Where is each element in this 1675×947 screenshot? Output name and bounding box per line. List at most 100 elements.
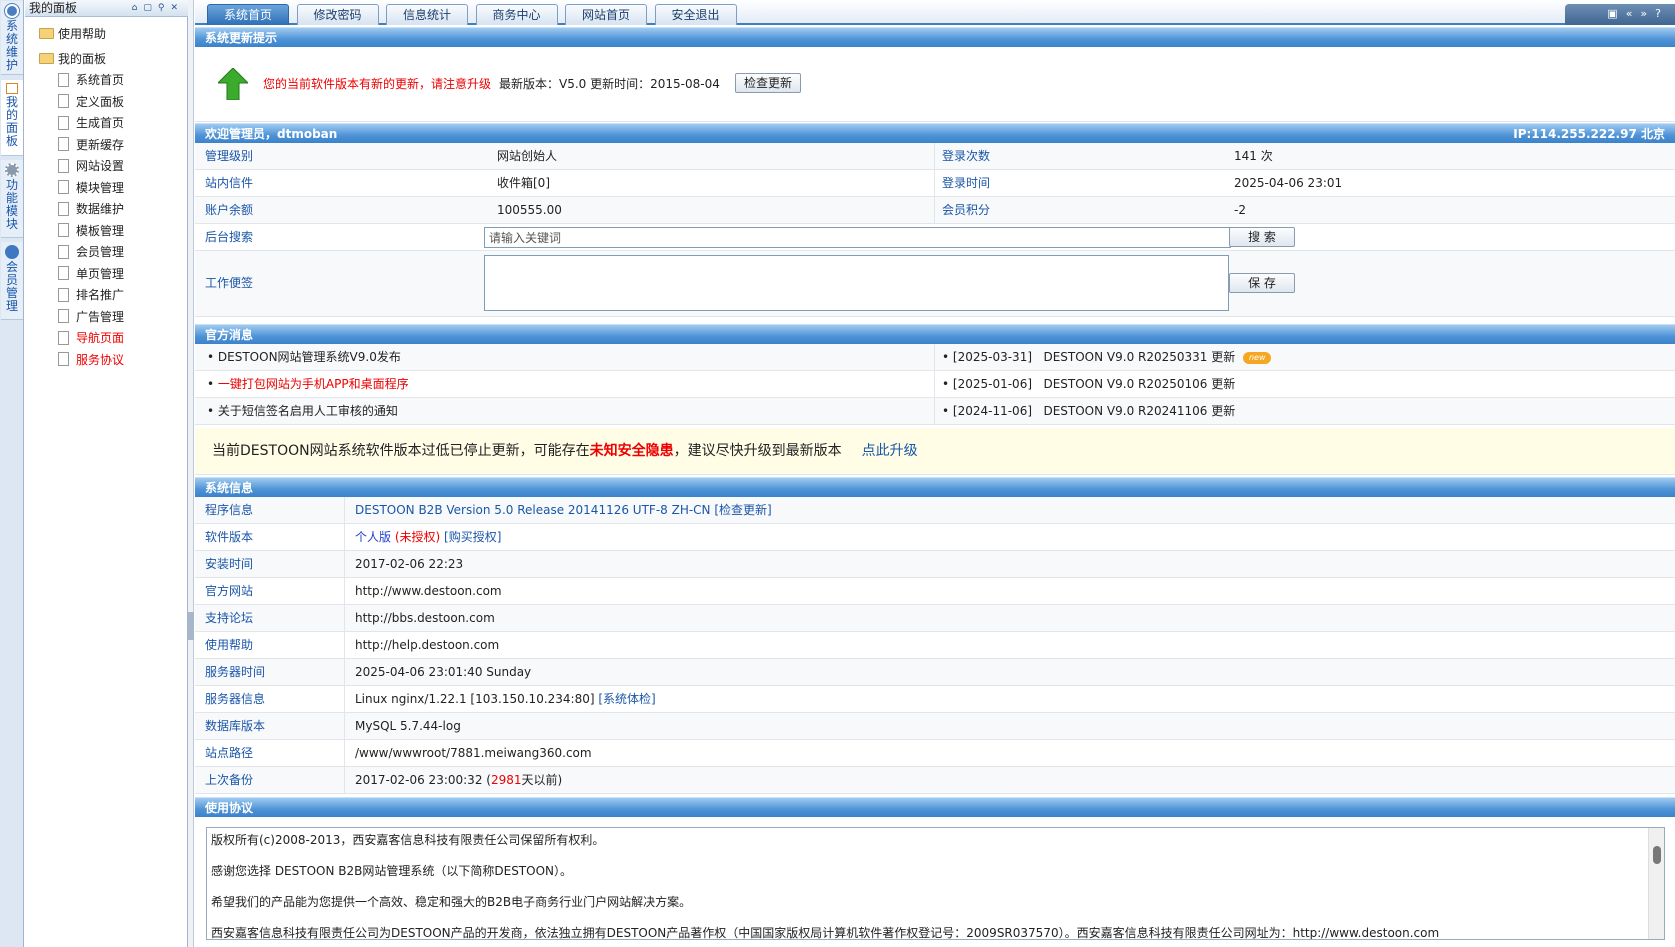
upgrade-notice: 当前DESTOON网站系统软件版本过低已停止更新，可能存在未知安全隐患，建议尽快… (195, 428, 1675, 475)
tree-item[interactable]: 数据维护 (58, 199, 124, 219)
tab-2[interactable]: 修改密码 (296, 4, 379, 25)
collapse-handle[interactable] (188, 612, 194, 640)
tree-item[interactable]: 模板管理 (58, 221, 124, 241)
news-row: • 关于短信签名启用人工审核的通知 • [2024-11-06] DESTOON … (195, 398, 1675, 425)
tree-item[interactable]: 单页管理 (58, 264, 124, 284)
column-divider (344, 686, 345, 712)
sidebar: 我的面板 ⌂▢⚲✕ 使用帮助 我的面板 系统首页 定义面板 生成首页 更新缓存 网站设置… (25, 0, 188, 947)
memo-textarea[interactable] (484, 255, 1229, 311)
update-warning: 您的当前软件版本有新的更新，请注意升级 (263, 77, 492, 91)
sysinfo-label: 安装时间 (205, 557, 254, 571)
page-icon (58, 309, 69, 323)
section-official-header: 官方消息 (195, 324, 1675, 344)
tree-item[interactable]: 系统首页 (58, 70, 124, 90)
news-item[interactable]: • DESTOON网站管理系统V9.0发布 (207, 344, 401, 371)
license-paragraph: 版权所有(c)2008-2013，西安嘉客信息科技有限责任公司保留所有权利。 (211, 833, 605, 847)
search-input[interactable] (484, 227, 1231, 248)
update-panel: 您的当前软件版本有新的更新，请注意升级 最新版本：V5.0 更新时间：2015-… (195, 47, 1675, 122)
column-divider (934, 170, 935, 196)
sysinfo-row: 服务器时间 2025-04-06 23:01:40 Sunday (195, 659, 1675, 686)
sysinfo-label: 使用帮助 (205, 638, 254, 652)
column-divider (934, 371, 935, 397)
sidebar-header-buttons[interactable]: ⌂▢⚲✕ (132, 0, 184, 17)
tab-5[interactable]: 网站首页 (565, 4, 647, 25)
tree-item[interactable]: 广告管理 (58, 307, 124, 327)
window-controls[interactable]: ▣«»? (1565, 4, 1675, 25)
sysinfo-value: MySQL 5.7.44-log (355, 719, 461, 733)
tree-item[interactable]: 网站设置 (58, 156, 124, 176)
tab-4[interactable]: 商务中心 (475, 4, 558, 25)
tree-item[interactable]: 排名推广 (58, 285, 124, 305)
license-scrollbar[interactable] (1648, 828, 1664, 939)
tree-item[interactable]: 更新缓存 (58, 135, 124, 155)
sysinfo-row: 使用帮助 http://help.destoon.com (195, 632, 1675, 659)
tab-6[interactable]: 安全退出 (654, 4, 737, 25)
field-value: 网站创始人 (497, 149, 558, 163)
vtab-modules[interactable]: 功能模块 (1, 160, 23, 238)
column-divider (344, 767, 345, 793)
column-divider (344, 659, 345, 685)
tab-1[interactable]: 系统首页 (207, 4, 289, 25)
column-divider (344, 632, 345, 658)
sysinfo-label: 数据库版本 (205, 719, 266, 733)
sysinfo-value: DESTOON B2B Version 5.0 Release 20141126… (355, 497, 772, 524)
tab-3[interactable]: 信息统计 (386, 4, 468, 25)
sysinfo-value: 2025-04-06 23:01:40 Sunday (355, 665, 532, 679)
vtab-system[interactable]: 系统维护 (1, 1, 23, 75)
news-row: • DESTOON网站管理系统V9.0发布 • [2025-03-31] DEST… (195, 344, 1675, 371)
buy-license-link[interactable]: [购买授权] (444, 530, 501, 544)
program-info-link[interactable]: DESTOON B2B Version 5.0 Release 20141126… (355, 503, 772, 517)
field-label: 登录时间 (942, 176, 991, 190)
upgrade-link[interactable]: 点此升级 (862, 443, 918, 459)
vtab-panel[interactable]: 我的面板 (1, 80, 23, 156)
update-item[interactable]: • [2024-11-06] DESTOON V9.0 R20241106 更新 (942, 398, 1235, 425)
tree-item[interactable]: 会员管理 (58, 242, 124, 262)
field-label: 站内信件 (205, 176, 254, 190)
page-icon (58, 330, 69, 345)
search-label: 后台搜索 (205, 230, 254, 244)
tree-folder-help[interactable]: 使用帮助 (39, 24, 106, 44)
section-welcome-header: 欢迎管理员，dtmoban IP:114.255.222.97 北京 (195, 123, 1675, 143)
update-item[interactable]: • [2025-03-31] DESTOON V9.0 R20250331 更新… (942, 344, 1272, 371)
column-divider (344, 605, 345, 631)
sysinfo-label: 上次备份 (205, 773, 254, 787)
tree-item[interactable]: 模块管理 (58, 178, 124, 198)
field-label: 登录次数 (942, 149, 991, 163)
license-panel: 版权所有(c)2008-2013，西安嘉客信息科技有限责任公司保留所有权利。 感谢… (195, 817, 1675, 947)
license-paragraph: 希望我们的产品能为您提供一个高效、稳定和强大的B2B电子商务行业门户网站解决方案… (211, 895, 692, 909)
sidebar-title: 我的面板 (29, 1, 78, 15)
tree-item[interactable]: 生成首页 (58, 113, 124, 133)
sidebar-header: 我的面板 ⌂▢⚲✕ (25, 0, 188, 17)
module-strip: 系统维护 我的面板 功能模块 会员管理 (0, 0, 24, 947)
sysinfo-row: 软件版本 个人版 (未授权) [购买授权] (195, 524, 1675, 551)
page-icon (58, 287, 69, 302)
check-update-button[interactable]: 检查更新 (735, 73, 801, 93)
section-sysinfo-header: 系统信息 (195, 477, 1675, 497)
page-icon (58, 223, 69, 237)
system-check-link[interactable]: [系统体检] (598, 692, 655, 706)
tree-item[interactable]: 导航页面 (58, 328, 124, 348)
page-icon (58, 158, 69, 173)
field-value: -2 (1234, 203, 1246, 217)
license-paragraph: 西安嘉客信息科技有限责任公司为DESTOON产品的开发商，依法独立拥有DESTO… (211, 926, 1440, 940)
search-button[interactable]: 搜 索 (1229, 227, 1295, 247)
tree-folder-panel[interactable]: 我的面板 (39, 49, 106, 69)
sidebar-splitter[interactable] (188, 0, 194, 947)
sysinfo-value: 2017-02-06 22:23 (355, 557, 464, 571)
vtab-members[interactable]: 会员管理 (1, 242, 23, 320)
news-item[interactable]: • 一键打包网站为手机APP和桌面程序 (207, 371, 409, 398)
license-textbox[interactable]: 版权所有(c)2008-2013，西安嘉客信息科技有限责任公司保留所有权利。 感谢… (206, 827, 1665, 940)
sysinfo-row: 支持论坛 http://bbs.destoon.com (195, 605, 1675, 632)
page-icon (58, 137, 69, 151)
save-button[interactable]: 保 存 (1229, 273, 1295, 293)
scrollbar-thumb[interactable] (1653, 846, 1661, 864)
tree-item[interactable]: 定义面板 (58, 92, 124, 112)
sysinfo-row: 数据库版本 MySQL 5.7.44-log (195, 713, 1675, 740)
update-item[interactable]: • [2025-01-06] DESTOON V9.0 R20250106 更新 (942, 371, 1235, 398)
sysinfo-value: http://www.destoon.com (355, 584, 502, 598)
column-divider (934, 197, 935, 223)
tree-item[interactable]: 服务协议 (58, 350, 124, 370)
home-icon (6, 83, 18, 94)
news-item[interactable]: • 关于短信签名启用人工审核的通知 (207, 398, 398, 425)
security-warning: 未知安全隐患 (589, 443, 674, 459)
